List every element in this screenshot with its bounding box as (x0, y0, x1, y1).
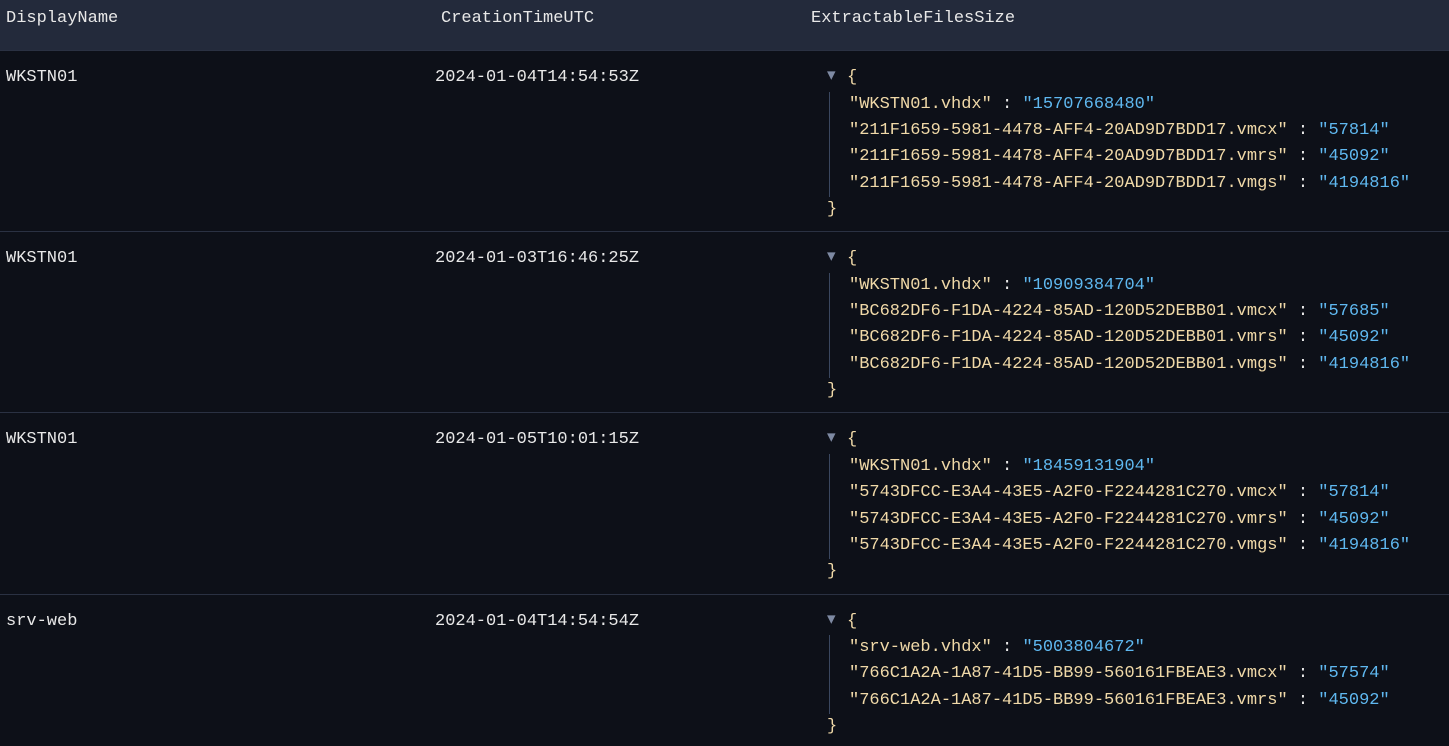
json-entry: "WKSTN01.vhdx" : "18459131904" (849, 454, 1441, 480)
json-colon: : (1288, 355, 1319, 374)
json-colon: : (1288, 328, 1319, 347)
json-value: "57574" (1318, 664, 1389, 683)
json-entry: "211F1659-5981-4478-AFF4-20AD9D7BDD17.vm… (849, 118, 1441, 144)
cell-displayname: WKSTN01 (0, 59, 435, 91)
json-guide: "srv-web.vhdx" : "5003804672" "766C1A2A-1… (829, 635, 1441, 714)
cell-extractable-json: ▾ { "srv-web.vhdx" : "5003804672" "766C1A2A… (805, 603, 1449, 741)
json-value: "15707668480" (1022, 95, 1155, 114)
json-colon: : (1288, 147, 1319, 166)
caret-down-icon[interactable]: ▾ (827, 426, 836, 452)
json-key: "WKSTN01.vhdx" (849, 95, 992, 114)
json-key: "211F1659-5981-4478-AFF4-20AD9D7BDD17.vm… (849, 174, 1288, 193)
json-open-brace: { (847, 430, 857, 449)
cell-extractable-json: ▾ { "WKSTN01.vhdx" : "10909384704" "BC682DF… (805, 240, 1449, 404)
table-body: WKSTN012024-01-04T14:54:53Z▾{"WKSTN01.vh… (0, 50, 1449, 746)
json-close-brace: } (827, 200, 837, 219)
json-guide: "WKSTN01.vhdx" : "18459131904" "5743DFCC-… (829, 454, 1441, 559)
json-entry: "5743DFCC-E3A4-43E5-A2F0-F2244281C270.vm… (849, 480, 1441, 506)
json-entry: "766C1A2A-1A87-41D5-BB99-560161FBEAE3.vm… (849, 688, 1441, 714)
json-guide: "WKSTN01.vhdx" : "15707668480" "211F1659-… (829, 92, 1441, 197)
json-colon: : (992, 457, 1023, 476)
json-value: "57814" (1318, 483, 1389, 502)
json-value: "4194816" (1318, 536, 1410, 555)
json-open-brace: { (847, 68, 857, 87)
table-header-row: DisplayName CreationTimeUTC ExtractableF… (0, 0, 1449, 50)
json-guide: "WKSTN01.vhdx" : "10909384704" "BC682DF6-… (829, 273, 1441, 378)
json-value: "45092" (1318, 691, 1389, 710)
json-colon: : (1288, 536, 1319, 555)
json-close-brace: } (827, 717, 837, 736)
cell-creationtime: 2024-01-04T14:54:53Z (435, 59, 805, 91)
cell-creationtime: 2024-01-03T16:46:25Z (435, 240, 805, 272)
json-key: "766C1A2A-1A87-41D5-BB99-560161FBEAE3.vm… (849, 691, 1288, 710)
table-row: WKSTN012024-01-04T14:54:53Z ▾ { "WKSTN01.vh… (0, 50, 1449, 231)
json-colon: : (992, 638, 1023, 657)
json-key: "5743DFCC-E3A4-43E5-A2F0-F2244281C270.vm… (849, 510, 1288, 529)
json-key: "BC682DF6-F1DA-4224-85AD-120D52DEBB01.vm… (849, 355, 1288, 374)
json-value: "4194816" (1318, 174, 1410, 193)
json-key: "WKSTN01.vhdx" (849, 276, 992, 295)
cell-creationtime: 2024-01-04T14:54:54Z (435, 603, 805, 635)
json-close-brace: } (827, 381, 837, 400)
json-colon: : (992, 95, 1023, 114)
json-key: "5743DFCC-E3A4-43E5-A2F0-F2244281C270.vm… (849, 483, 1288, 502)
json-value: "5003804672" (1022, 638, 1144, 657)
json-entry: "211F1659-5981-4478-AFF4-20AD9D7BDD17.vm… (849, 144, 1441, 170)
table-row: srv-web2024-01-04T14:54:54Z ▾ { "srv-web.vh… (0, 594, 1449, 746)
caret-down-icon[interactable]: ▾ (827, 245, 836, 271)
caret-down-icon[interactable]: ▾ (827, 608, 836, 634)
table-row: WKSTN012024-01-03T16:46:25Z ▾ { "WKSTN01.vh… (0, 231, 1449, 412)
json-colon: : (1288, 664, 1319, 683)
json-key: "211F1659-5981-4478-AFF4-20AD9D7BDD17.vm… (849, 147, 1288, 166)
data-table: DisplayName CreationTimeUTC ExtractableF… (0, 0, 1449, 746)
json-open-brace: { (847, 249, 857, 268)
table-row: WKSTN012024-01-05T10:01:15Z ▾ { "WKSTN01.vh… (0, 412, 1449, 593)
json-value: "57814" (1318, 121, 1389, 140)
caret-down-icon[interactable]: ▾ (827, 64, 836, 90)
json-entry: "WKSTN01.vhdx" : "10909384704" (849, 273, 1441, 299)
json-key: "211F1659-5981-4478-AFF4-20AD9D7BDD17.vm… (849, 121, 1288, 140)
cell-displayname: WKSTN01 (0, 421, 435, 453)
json-colon: : (1288, 302, 1319, 321)
json-colon: : (1288, 510, 1319, 529)
column-header-creationtime[interactable]: CreationTimeUTC (435, 0, 805, 50)
json-key: "BC682DF6-F1DA-4224-85AD-120D52DEBB01.vm… (849, 302, 1288, 321)
column-header-displayname[interactable]: DisplayName (0, 0, 435, 50)
cell-displayname: WKSTN01 (0, 240, 435, 272)
cell-displayname: srv-web (0, 603, 435, 635)
json-entry: "5743DFCC-E3A4-43E5-A2F0-F2244281C270.vm… (849, 533, 1441, 559)
json-value: "45092" (1318, 147, 1389, 166)
json-entry: "BC682DF6-F1DA-4224-85AD-120D52DEBB01.vm… (849, 299, 1441, 325)
column-header-extractable[interactable]: ExtractableFilesSize (805, 0, 1449, 50)
json-colon: : (1288, 174, 1319, 193)
json-colon: : (1288, 691, 1319, 710)
json-value: "45092" (1318, 328, 1389, 347)
json-entry: "5743DFCC-E3A4-43E5-A2F0-F2244281C270.vm… (849, 507, 1441, 533)
json-entry: "srv-web.vhdx" : "5003804672" (849, 635, 1441, 661)
json-value: "45092" (1318, 510, 1389, 529)
json-key: "WKSTN01.vhdx" (849, 457, 992, 476)
json-value: "10909384704" (1022, 276, 1155, 295)
json-entry: "211F1659-5981-4478-AFF4-20AD9D7BDD17.vm… (849, 171, 1441, 197)
json-open-brace: { (847, 612, 857, 631)
json-value: "18459131904" (1022, 457, 1155, 476)
cell-extractable-json: ▾ { "WKSTN01.vhdx" : "18459131904" "5743DFC… (805, 421, 1449, 585)
cell-creationtime: 2024-01-05T10:01:15Z (435, 421, 805, 453)
json-value: "4194816" (1318, 355, 1410, 374)
json-entry: "BC682DF6-F1DA-4224-85AD-120D52DEBB01.vm… (849, 325, 1441, 351)
json-close-brace: } (827, 562, 837, 581)
cell-extractable-json: ▾ { "WKSTN01.vhdx" : "15707668480" "211F165… (805, 59, 1449, 223)
json-colon: : (1288, 121, 1319, 140)
json-value: "57685" (1318, 302, 1389, 321)
json-colon: : (1288, 483, 1319, 502)
json-entry: "BC682DF6-F1DA-4224-85AD-120D52DEBB01.vm… (849, 352, 1441, 378)
json-key: "BC682DF6-F1DA-4224-85AD-120D52DEBB01.vm… (849, 328, 1288, 347)
json-entry: "766C1A2A-1A87-41D5-BB99-560161FBEAE3.vm… (849, 661, 1441, 687)
json-key: "766C1A2A-1A87-41D5-BB99-560161FBEAE3.vm… (849, 664, 1288, 683)
json-colon: : (992, 276, 1023, 295)
json-key: "srv-web.vhdx" (849, 638, 992, 657)
json-key: "5743DFCC-E3A4-43E5-A2F0-F2244281C270.vm… (849, 536, 1288, 555)
json-entry: "WKSTN01.vhdx" : "15707668480" (849, 92, 1441, 118)
